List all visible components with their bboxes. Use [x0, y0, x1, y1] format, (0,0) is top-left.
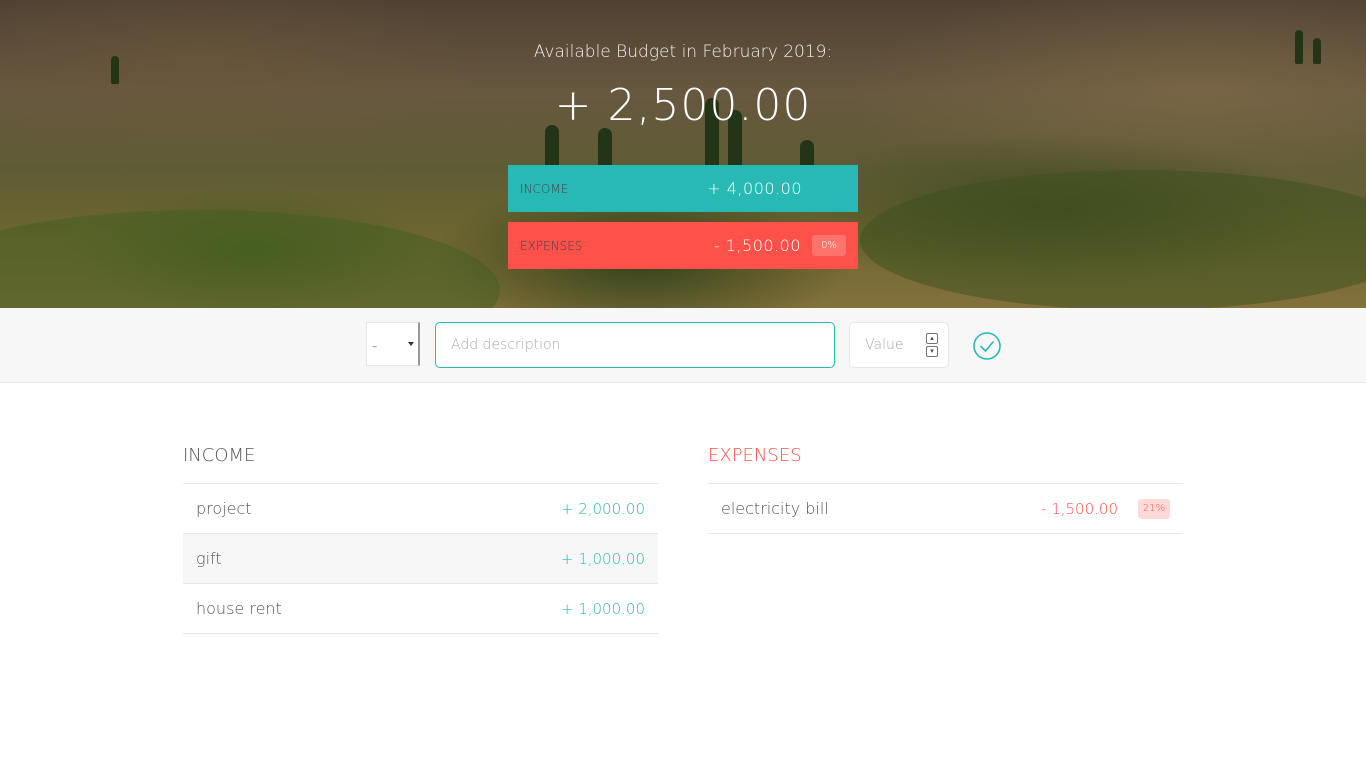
income-item[interactable]: gift + 1,000.00: [183, 534, 658, 584]
item-value: + 2,000.00: [560, 499, 645, 518]
value-stepper[interactable]: ▴ ▾: [926, 333, 938, 359]
budget-income-box: Income + 4,000.00: [508, 165, 858, 212]
stepper-up-icon[interactable]: ▴: [926, 333, 938, 344]
expenses-title: Expenses: [708, 440, 1183, 484]
chevron-down-icon: [408, 342, 414, 346]
value-input[interactable]: Value ▴ ▾: [849, 322, 949, 368]
expenses-list: Expenses electricity bill - 1,500.00 21%: [708, 440, 1183, 534]
type-select-value: -: [372, 337, 378, 355]
budget-header: Available Budget in February 2019: + 2,5…: [0, 0, 1366, 308]
item-value: + 1,000.00: [560, 549, 645, 568]
check-circle-icon: [973, 332, 1001, 360]
income-item[interactable]: project + 2,000.00: [183, 484, 658, 534]
income-item[interactable]: house rent + 1,000.00: [183, 584, 658, 634]
budget-income-value: + 4,000.00: [707, 179, 802, 198]
description-placeholder: Add description: [451, 337, 561, 353]
add-bar: - Add description Value ▴ ▾: [0, 308, 1366, 383]
income-title: Income: [183, 440, 658, 484]
income-list: Income project + 2,000.00 gift + 1,000.0…: [183, 440, 658, 634]
add-button[interactable]: [972, 331, 1002, 361]
type-select[interactable]: -: [366, 322, 420, 366]
item-description: house rent: [196, 599, 282, 618]
budget-expenses-box: Expenses - 1,500.00 0%: [508, 222, 858, 269]
item-value: - 1,500.00: [1041, 499, 1118, 518]
budget-expenses-label: Expenses: [520, 238, 583, 253]
background-hill: [0, 210, 500, 308]
budget-expenses-percentage: 0%: [812, 235, 846, 256]
background-hill: [860, 170, 1366, 308]
budget-value: + 2,500.00: [554, 80, 812, 131]
item-description: project: [196, 499, 252, 518]
expense-item[interactable]: electricity bill - 1,500.00 21%: [708, 484, 1183, 534]
item-description: gift: [196, 549, 222, 568]
stepper-down-icon[interactable]: ▾: [926, 346, 938, 357]
budget-expenses-value: - 1,500.00: [713, 236, 801, 255]
budget-income-label: Income: [520, 181, 569, 196]
value-placeholder: Value: [865, 337, 904, 353]
budget-title: Available Budget in February 2019:: [533, 42, 833, 62]
item-percentage: 21%: [1138, 498, 1170, 519]
item-description: electricity bill: [721, 499, 829, 518]
item-value: + 1,000.00: [560, 599, 645, 618]
description-input[interactable]: Add description: [435, 322, 835, 368]
